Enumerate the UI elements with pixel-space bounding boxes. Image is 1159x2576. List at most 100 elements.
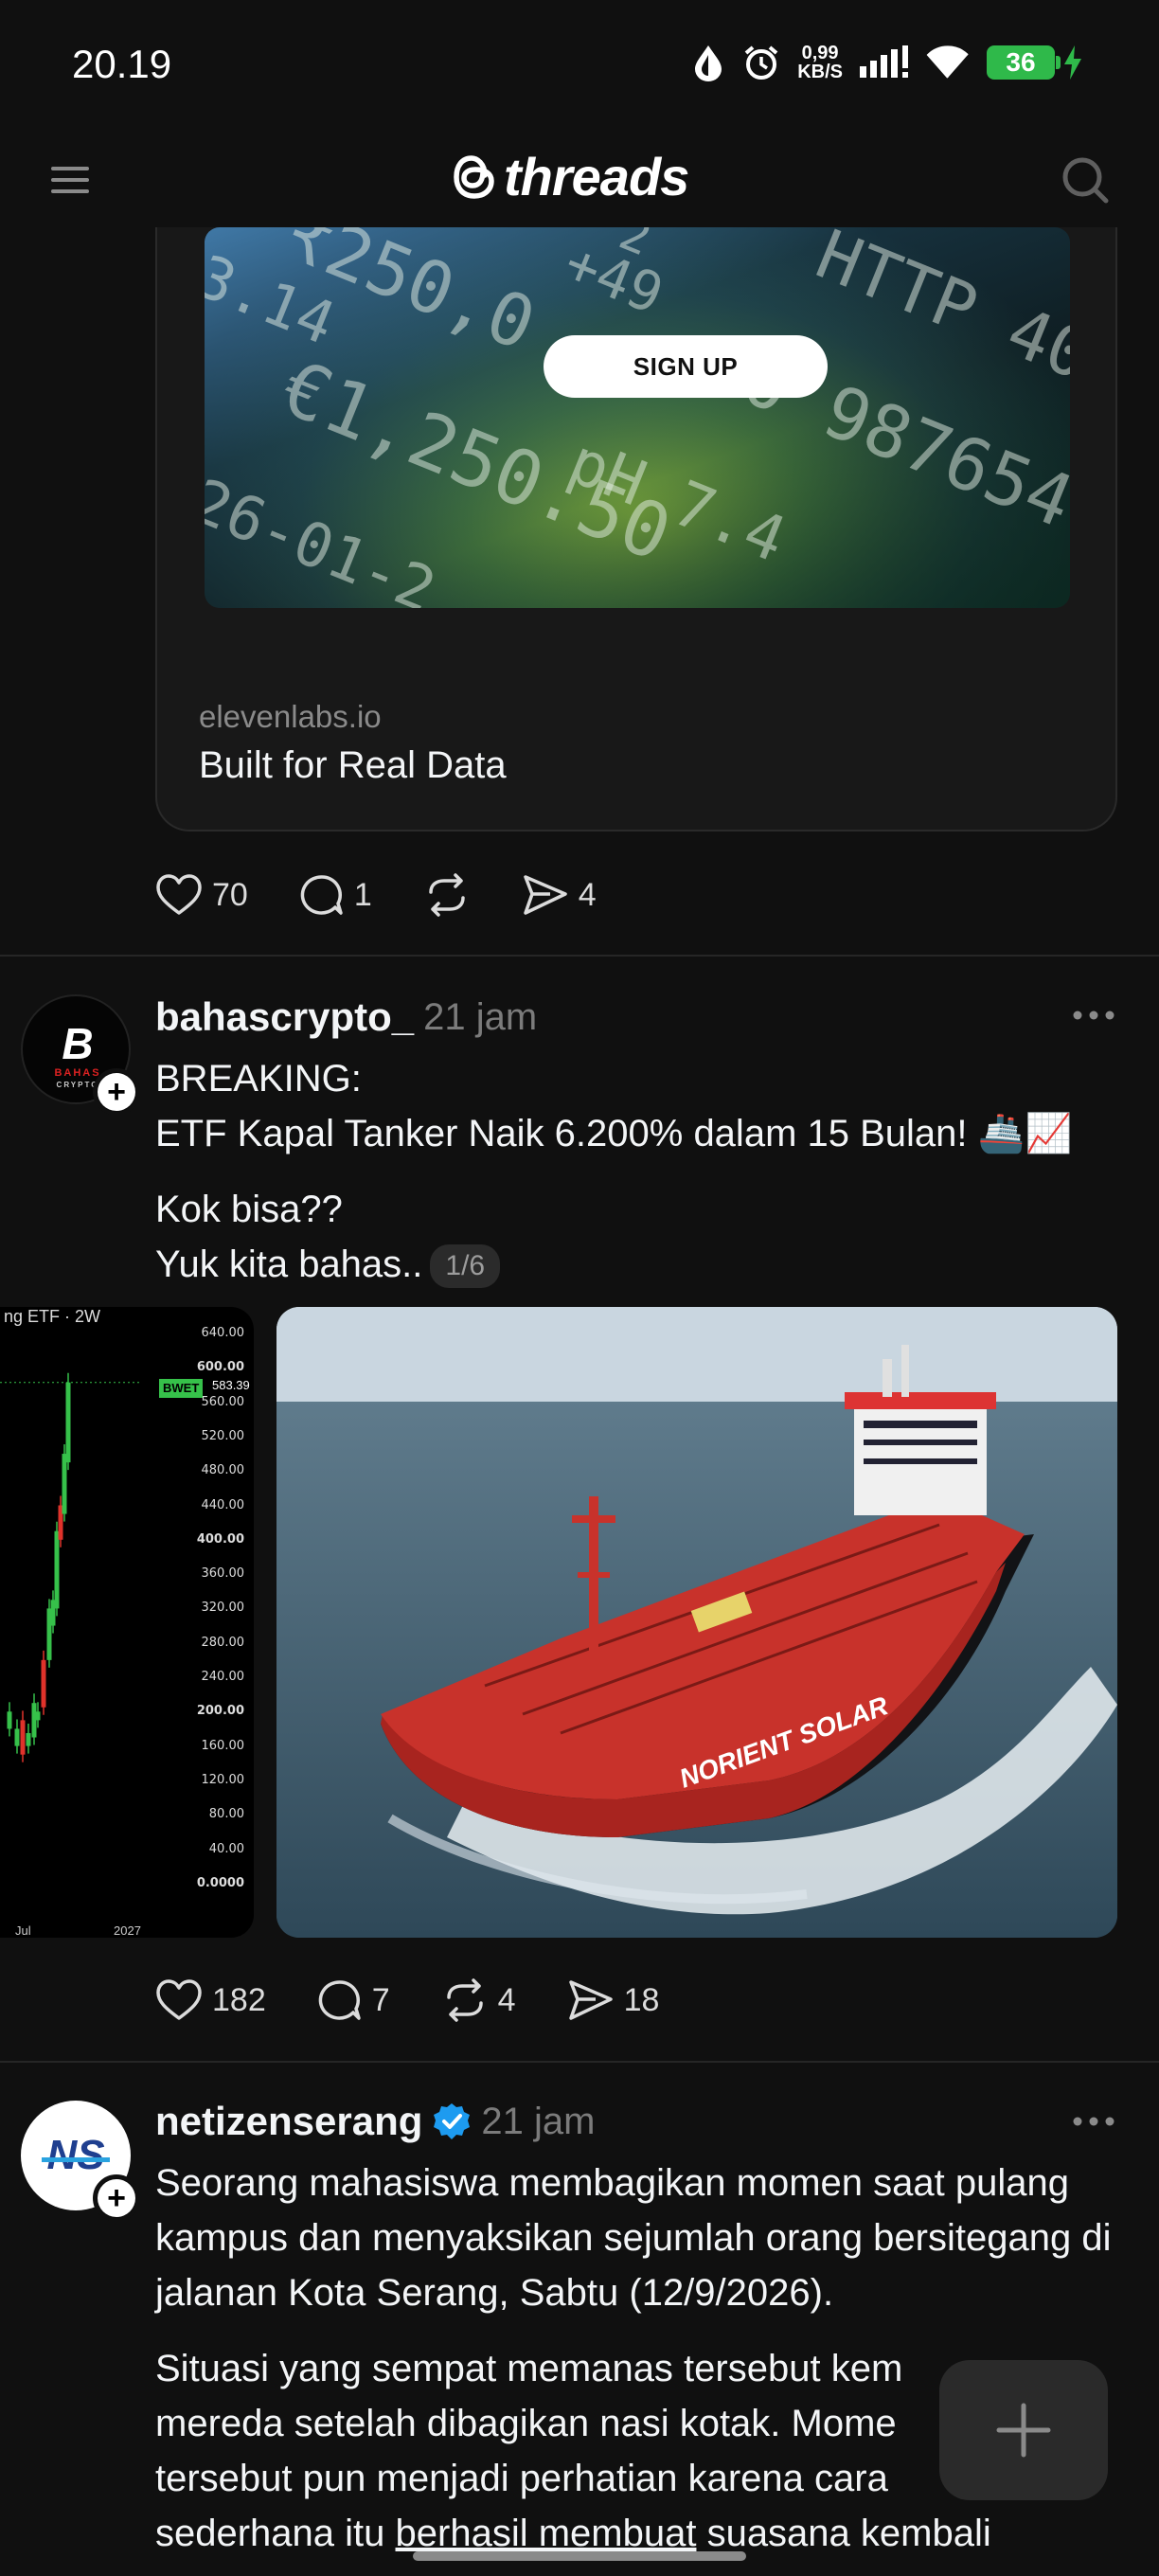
brand-name: threads [504, 147, 689, 206]
avatar-logo-text: NS [46, 2132, 104, 2178]
menu-icon[interactable] [49, 159, 91, 201]
threads-logo-icon [454, 154, 494, 199]
net-speed-value: 0,99 [801, 43, 839, 63]
more-options-icon[interactable] [1070, 1006, 1117, 1025]
share-count: 18 [623, 1981, 660, 2018]
plus-icon [996, 2403, 1051, 2458]
chart-tick-label: 320.00 [201, 1601, 245, 1616]
tanker-ship-illustration: NORIENT SOLAR [276, 1307, 1117, 1938]
chart-tick-label: 40.00 [208, 1841, 244, 1856]
post-text: BREAKING: ETF Kapal Tanker Naik 6.200% d… [155, 1051, 1072, 1292]
post-text-underlined: berhasil membuat [395, 2513, 697, 2554]
like-count: 70 [212, 876, 248, 913]
signal-icon [860, 45, 908, 78]
post-header: netizenserang 21 jam [155, 2099, 595, 2144]
share-button[interactable]: 18 [567, 1978, 660, 2022]
post-text-span: suasana kembali [696, 2513, 991, 2554]
status-icons: 0,99 KB/S 36 [691, 44, 1083, 81]
reply-count: 7 [371, 1981, 390, 2018]
share-count: 4 [578, 876, 597, 913]
network-speed: 0,99 KB/S [797, 44, 843, 81]
app-header: threads [0, 133, 1159, 227]
send-icon [568, 1980, 613, 2020]
post-line: BREAKING: [155, 1058, 362, 1100]
heart-icon [156, 1979, 202, 2020]
plus-icon: + [98, 1073, 135, 1111]
like-count: 182 [212, 1981, 266, 2018]
threads-logo[interactable]: threads [453, 146, 689, 207]
charging-icon [1064, 45, 1081, 80]
link-domain: elevenlabs.io [199, 699, 382, 734]
repost-icon [429, 873, 465, 917]
chart-tick-label: 200.00 [196, 1704, 244, 1719]
chart-tick-label: 240.00 [201, 1670, 245, 1684]
username[interactable]: bahascrypto_ [155, 994, 414, 1040]
post-time: 21 jam [423, 995, 538, 1038]
repost-count: 4 [497, 1981, 516, 2018]
chart-tick-label: 160.00 [201, 1738, 245, 1753]
heart-icon [156, 874, 202, 915]
search-icon[interactable] [1059, 153, 1112, 206]
post-actions: 182 7 4 18 [155, 1974, 710, 2027]
chart-tick-label: 480.00 [201, 1463, 245, 1478]
comment-icon [318, 1980, 361, 2020]
post-actions: 70 1 4 [155, 868, 648, 921]
chart-tick-label: 640.00 [201, 1326, 245, 1340]
share-button[interactable]: 4 [522, 873, 597, 917]
username[interactable]: netizenserang [155, 2099, 422, 2144]
repost-button[interactable] [423, 873, 471, 917]
sign-up-button[interactable]: SIGN UP [544, 335, 828, 398]
post-divider [0, 955, 1159, 957]
price-value: 583.39 [212, 1378, 250, 1392]
repost-button[interactable]: 4 [441, 1978, 516, 2022]
ad-image: ₹250,0 +49 HTTP 40 3.14 €1,250.50 pH 7.4… [205, 227, 1070, 608]
link-preview-card[interactable]: ₹250,0 +49 HTTP 40 3.14 €1,250.50 pH 7.4… [155, 189, 1117, 832]
wifi-icon [926, 45, 969, 79]
chart-image[interactable]: ng ETF · 2W 640.00 600.00 560.00 520.00 480.… [0, 1307, 254, 1938]
chart-tick-label: 560.00 [201, 1394, 245, 1409]
post-line: ETF Kapal Tanker Naik 6.200% dalam 15 Bu… [155, 1113, 1073, 1154]
chart-tick-label: 600.00 [196, 1360, 244, 1375]
battery-level: 36 [1006, 47, 1036, 77]
post-header: bahascrypto_ 21 jam [155, 994, 537, 1040]
home-indicator[interactable] [413, 2551, 746, 2561]
post-divider [0, 2061, 1159, 2063]
send-icon [524, 875, 567, 915]
comment-icon [300, 875, 343, 915]
follow-button[interactable]: + [93, 1068, 140, 1116]
plus-icon: + [98, 2179, 135, 2217]
new-post-button[interactable] [939, 2360, 1108, 2500]
reply-count: 1 [353, 876, 372, 913]
post-time: 21 jam [481, 2100, 596, 2142]
chart-tick-label: 0.0000 [196, 1875, 244, 1890]
chart-tick-label: 80.00 [208, 1807, 244, 1822]
chart-x-label: 2027 [114, 1923, 141, 1938]
post-line: Kok bisa?? [155, 1189, 343, 1230]
chart-tick-label: 520.00 [201, 1428, 245, 1443]
chart-tick-label: 440.00 [201, 1497, 245, 1512]
avatar-logo-text: BAHAS [54, 1067, 100, 1079]
net-speed-unit: KB/S [797, 62, 843, 82]
alarm-icon [744, 45, 778, 80]
reply-button[interactable]: 1 [299, 873, 372, 917]
follow-button[interactable]: + [93, 2174, 140, 2222]
post-paragraph: Seorang mahasiswa membagikan momen saat … [155, 2162, 1112, 2314]
avatar-logo-letter: B [62, 1019, 93, 1068]
ship-photo[interactable]: NORIENT SOLAR [276, 1307, 1117, 1938]
repost-icon [446, 1978, 483, 2022]
post-line: Yuk kita bahas.. [155, 1243, 423, 1285]
chart-tick-label: 400.00 [196, 1531, 244, 1547]
price-tag: BWET [159, 1379, 204, 1398]
reply-button[interactable]: 7 [317, 1978, 390, 2022]
post-text-span: sederhana itu [155, 2513, 396, 2554]
status-bar: 20.19 0,99 KB/S 36 [0, 0, 1159, 133]
like-button[interactable]: 182 [155, 1978, 266, 2022]
chart-tick-label: 280.00 [201, 1635, 245, 1650]
chart-tick-label: 360.00 [201, 1566, 245, 1582]
status-time: 20.19 [72, 42, 172, 86]
more-options-icon[interactable] [1070, 2112, 1117, 2131]
chart-x-label: Jul [15, 1923, 31, 1938]
data-saver-icon [695, 45, 722, 81]
like-button[interactable]: 70 [155, 873, 248, 917]
battery-indicator: 36 [987, 45, 1061, 80]
